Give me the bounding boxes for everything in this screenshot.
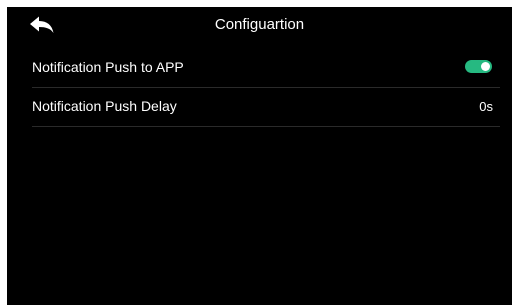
header: Configuartion — [7, 7, 512, 43]
setting-row-push-to-app: Notification Push to APP — [32, 49, 500, 88]
setting-label-push-delay: Notification Push Delay — [32, 98, 177, 114]
configuration-screen: Configuartion Notification Push to APP N… — [7, 7, 512, 305]
setting-label-push-to-app: Notification Push to APP — [32, 59, 184, 75]
push-delay-value[interactable]: 0s — [479, 98, 493, 115]
toggle-knob — [481, 62, 490, 71]
setting-row-push-delay: Notification Push Delay 0s — [32, 88, 500, 127]
page-title: Configuartion — [214, 16, 305, 33]
push-to-app-toggle[interactable] — [465, 60, 492, 73]
